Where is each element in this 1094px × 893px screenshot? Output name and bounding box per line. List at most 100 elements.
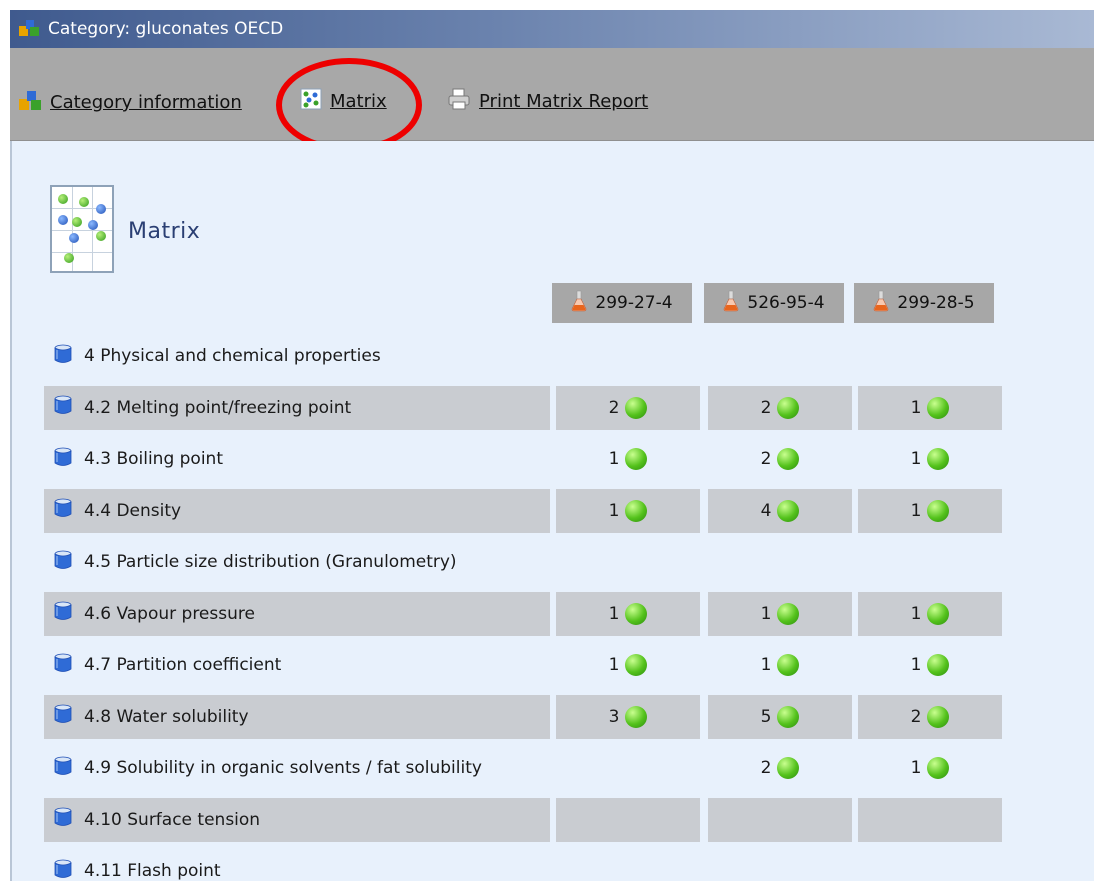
table-row[interactable]: 4.4 Density 1 4 1 (44, 488, 1010, 533)
status-ok-icon (625, 705, 648, 728)
matrix-cell[interactable]: 1 (858, 591, 1002, 636)
column-header-label: 299-28-5 (897, 293, 975, 313)
endpoint-label: 4.10 Surface tension (84, 809, 261, 830)
table-row[interactable]: 4.11 Flash point (44, 849, 1010, 893)
matrix-cell[interactable]: 1 (556, 643, 700, 687)
endpoint-cell[interactable]: 4.2 Melting point/freezing point (44, 385, 550, 430)
endpoint-cell[interactable]: 4.10 Surface tension (44, 797, 550, 842)
matrix-cell[interactable]: 3 (556, 694, 700, 739)
matrix-cell[interactable] (556, 746, 700, 790)
matrix-link[interactable]: Matrix (300, 88, 387, 115)
matrix-cell[interactable]: 1 (708, 591, 852, 636)
status-ok-icon (927, 448, 950, 470)
column-header-label: 299-27-4 (595, 293, 673, 313)
matrix-cell[interactable]: 5 (708, 694, 852, 739)
flask-icon (873, 290, 889, 317)
table-row[interactable]: 4.6 Vapour pressure 1 1 1 (44, 591, 1010, 636)
matrix-large-icon (50, 185, 114, 273)
table-row[interactable]: 4.2 Melting point/freezing point 2 2 1 (44, 385, 1010, 430)
status-ok-icon (927, 499, 950, 522)
matrix-cell[interactable]: 1 (858, 437, 1002, 481)
endpoint-label: 4.3 Boiling point (84, 449, 223, 469)
table-row[interactable]: 4.5 Particle size distribution (Granulom… (44, 540, 1010, 584)
status-ok-icon (777, 757, 800, 779)
table-row[interactable]: 4.8 Water solubility 3 5 2 (44, 694, 1010, 739)
table-row[interactable]: 4.10 Surface tension (44, 797, 1010, 842)
record-count: 1 (910, 655, 922, 675)
status-ok-icon (777, 448, 800, 470)
endpoint-label: 4.9 Solubility in organic solvents / fat… (84, 758, 482, 778)
record-count: 1 (760, 603, 772, 624)
endpoint-cell[interactable]: 4.4 Density (44, 488, 550, 533)
matrix-cell[interactable]: 2 (708, 746, 852, 790)
record-count: 1 (608, 603, 620, 624)
column-header: 299-28-5 (854, 283, 994, 323)
column-header-label: 526-95-4 (747, 293, 825, 313)
endpoint-cell[interactable]: 4 Physical and chemical properties (44, 334, 550, 378)
category-information-link[interactable]: Category information (18, 88, 242, 117)
endpoint-label: 4.4 Density (84, 500, 182, 521)
endpoint-icon (52, 497, 74, 524)
matrix-cell[interactable]: 4 (708, 488, 852, 533)
matrix-cell[interactable] (858, 797, 1002, 842)
table-row[interactable]: 4 Physical and chemical properties (44, 334, 1010, 378)
endpoint-label: 4.8 Water solubility (84, 706, 249, 727)
column-header: 526-95-4 (704, 283, 844, 323)
matrix-cell[interactable]: 2 (708, 437, 852, 481)
matrix-icon (300, 88, 322, 115)
endpoint-label: 4.7 Partition coefficient (84, 655, 282, 675)
toolbar: Category information Matrix Print Matrix… (10, 48, 1094, 141)
matrix-cell[interactable]: 1 (708, 643, 852, 687)
matrix-cell[interactable] (556, 797, 700, 842)
matrix-cell[interactable]: 1 (556, 591, 700, 636)
table-row[interactable]: 4.9 Solubility in organic solvents / fat… (44, 746, 1010, 790)
endpoint-icon (52, 549, 74, 576)
record-count: 1 (910, 500, 922, 521)
endpoint-cell[interactable]: 4.5 Particle size distribution (Granulom… (44, 540, 550, 584)
record-count: 2 (910, 706, 922, 727)
record-count: 1 (910, 449, 922, 469)
endpoint-cell[interactable]: 4.7 Partition coefficient (44, 643, 550, 687)
matrix-cell[interactable] (708, 797, 852, 842)
matrix-label: Matrix (330, 91, 387, 112)
endpoint-cell[interactable]: 4.11 Flash point (44, 849, 550, 893)
print-matrix-report-label: Print Matrix Report (479, 91, 649, 112)
record-count: 1 (608, 500, 620, 521)
endpoint-icon (52, 703, 74, 730)
table-row[interactable]: 4.7 Partition coefficient 1 1 1 (44, 643, 1010, 687)
category-information-label: Category information (50, 92, 242, 113)
table-row[interactable]: 4.3 Boiling point 1 2 1 (44, 437, 1010, 481)
endpoint-label: 4 Physical and chemical properties (84, 346, 381, 366)
matrix-cell[interactable]: 2 (556, 385, 700, 430)
endpoint-icon (52, 446, 74, 473)
status-ok-icon (927, 602, 950, 625)
endpoint-icon (52, 755, 74, 782)
matrix-cell[interactable]: 1 (858, 385, 1002, 430)
matrix-cell[interactable]: 1 (556, 437, 700, 481)
flask-icon (571, 290, 587, 317)
matrix-cell[interactable]: 1 (858, 746, 1002, 790)
endpoint-cell[interactable]: 4.3 Boiling point (44, 437, 550, 481)
endpoint-label: 4.5 Particle size distribution (Granulom… (84, 552, 457, 572)
record-count: 1 (608, 449, 620, 469)
endpoint-label: 4.6 Vapour pressure (84, 603, 255, 624)
matrix-panel: Matrix 299-27-4 526-95-4 299-28-5 4 Physic… (10, 141, 1094, 881)
endpoint-cell[interactable]: 4.8 Water solubility (44, 694, 550, 739)
matrix-cell[interactable]: 1 (858, 488, 1002, 533)
endpoint-cell[interactable]: 4.6 Vapour pressure (44, 591, 550, 636)
printer-icon (447, 88, 471, 115)
endpoint-icon (52, 652, 74, 679)
matrix-cell[interactable]: 1 (858, 643, 1002, 687)
matrix-cell[interactable]: 2 (708, 385, 852, 430)
category-icon (18, 17, 40, 42)
record-count: 1 (608, 655, 620, 675)
matrix-cell[interactable]: 1 (556, 488, 700, 533)
status-ok-icon (625, 499, 648, 522)
record-count: 4 (760, 500, 772, 521)
status-ok-icon (777, 396, 800, 419)
print-matrix-report-link[interactable]: Print Matrix Report (447, 88, 648, 115)
page-title: Matrix (128, 218, 201, 244)
endpoint-cell[interactable]: 4.9 Solubility in organic solvents / fat… (44, 746, 550, 790)
record-count: 1 (910, 603, 922, 624)
matrix-cell[interactable]: 2 (858, 694, 1002, 739)
